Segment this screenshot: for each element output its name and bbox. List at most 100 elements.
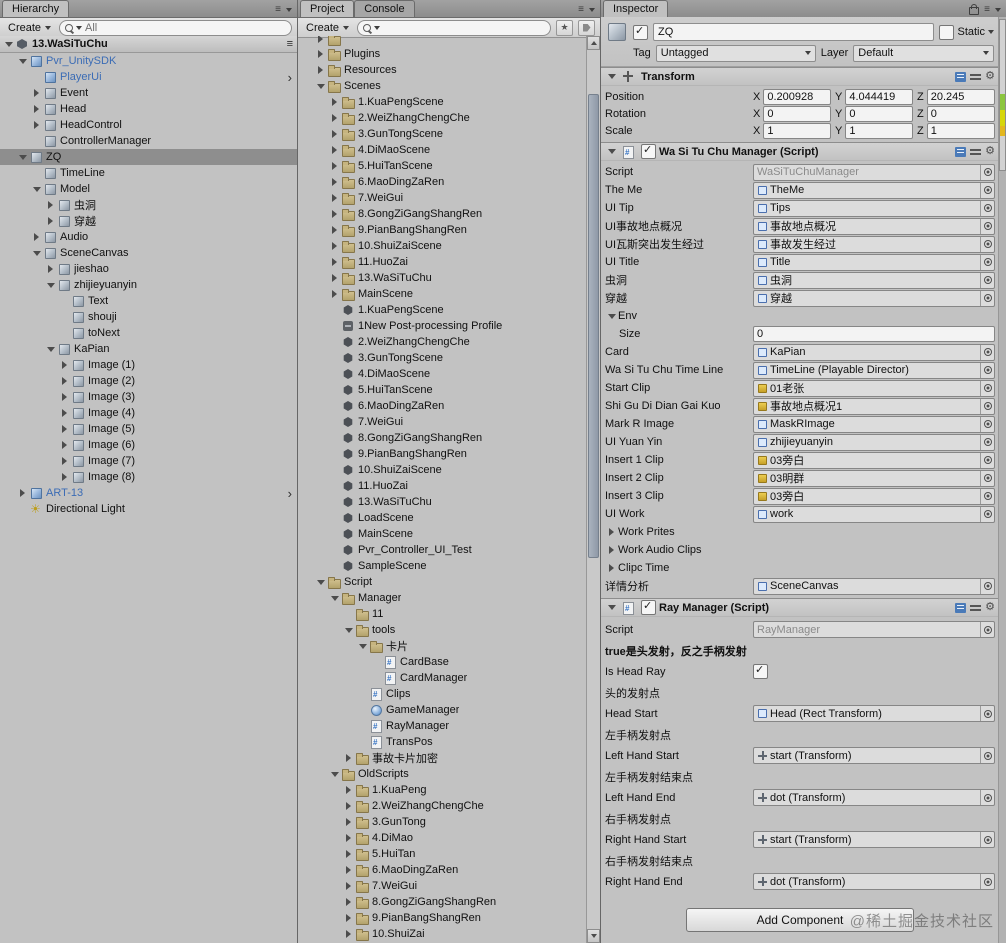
project-row[interactable]: 卡片 <box>298 638 587 654</box>
project-row[interactable]: 13.WaSiTuChu <box>298 494 587 510</box>
foldout-closed-icon[interactable] <box>58 470 71 484</box>
object-field[interactable]: SceneCanvas <box>753 577 995 595</box>
foldout-closed-icon[interactable] <box>342 751 355 765</box>
foldout-closed-icon[interactable] <box>328 111 341 125</box>
number-field[interactable]: 1 <box>763 122 831 139</box>
hierarchy-row[interactable]: Text <box>0 293 297 309</box>
foldout-open-icon[interactable] <box>2 37 15 51</box>
search-by-type-button[interactable]: ★ <box>556 19 573 36</box>
number-field[interactable]: 20.245 <box>926 88 995 105</box>
object-picker-icon[interactable] <box>980 506 994 522</box>
object-picker-icon[interactable] <box>980 254 994 270</box>
object-field[interactable]: 03明群 <box>753 469 995 487</box>
tab-project[interactable]: Project <box>300 0 355 17</box>
foldout-open-icon[interactable] <box>328 591 341 605</box>
foldout-closed-icon[interactable] <box>328 159 341 173</box>
project-row[interactable]: 8.GongZiGangShangRen <box>298 206 587 222</box>
project-row[interactable]: 6.MaoDingZaRen <box>298 862 587 878</box>
foldout-closed-icon[interactable] <box>58 358 71 372</box>
project-row[interactable]: 1New Post-processing Profile <box>298 318 587 334</box>
object-field[interactable]: KaPian <box>753 343 995 361</box>
project-row[interactable]: 10.ShuiZai <box>298 926 587 942</box>
project-row[interactable]: 1.KuaPengScene <box>298 94 587 110</box>
project-search-input[interactable] <box>357 19 551 36</box>
project-row[interactable]: Clips <box>298 686 587 702</box>
hierarchy-row[interactable]: HeadControl <box>0 117 297 133</box>
foldout-closed-icon[interactable] <box>342 863 355 877</box>
foldout-closed-icon[interactable] <box>30 102 43 116</box>
project-row[interactable]: Manager <box>298 590 587 606</box>
hierarchy-row[interactable]: Event <box>0 85 297 101</box>
foldout-open-icon[interactable] <box>16 54 29 68</box>
object-picker-icon[interactable] <box>980 790 994 805</box>
object-field[interactable]: 事故地点概况 <box>753 217 995 235</box>
project-row[interactable]: 4.DiMao <box>298 830 587 846</box>
project-row[interactable]: 8.GongZiGangShangRen <box>298 894 587 910</box>
hierarchy-row[interactable]: zhijieyuanyin <box>0 277 297 293</box>
object-field[interactable]: WaSiTuChuManager <box>753 163 995 181</box>
project-row[interactable]: SampleScene <box>298 558 587 574</box>
object-field[interactable]: start (Transform) <box>753 831 995 848</box>
object-picker-icon[interactable] <box>980 380 994 396</box>
number-field[interactable]: 4.044419 <box>845 88 913 105</box>
object-field[interactable]: TheMe <box>753 181 995 199</box>
object-field[interactable]: 事故发生经过 <box>753 235 995 253</box>
object-field[interactable]: dot (Transform) <box>753 789 995 806</box>
object-picker-icon[interactable] <box>980 832 994 847</box>
project-row[interactable]: MainScene <box>298 526 587 542</box>
project-row[interactable]: 11.HuoZai <box>298 254 587 270</box>
object-picker-icon[interactable] <box>980 200 994 216</box>
object-field[interactable]: 穿越 <box>753 289 995 307</box>
foldout-closed-icon[interactable] <box>328 271 341 285</box>
object-picker-icon[interactable] <box>980 272 994 288</box>
object-field[interactable]: Head (Rect Transform) <box>753 705 995 722</box>
object-picker-icon[interactable] <box>980 344 994 360</box>
project-row[interactable]: 2.WeiZhangChengChe <box>298 110 587 126</box>
number-field[interactable]: 1 <box>926 122 995 139</box>
foldout-open-icon[interactable] <box>342 623 355 637</box>
foldout-open-icon[interactable] <box>605 145 618 159</box>
hierarchy-row[interactable]: PlayerUi › <box>0 69 297 85</box>
static-checkbox[interactable] <box>939 24 955 40</box>
hierarchy-row[interactable]: Audio <box>0 229 297 245</box>
hierarchy-row[interactable]: Directional Light <box>0 501 297 517</box>
foldout-closed-icon[interactable] <box>58 390 71 404</box>
object-picker-icon[interactable] <box>980 182 994 198</box>
scroll-down-button[interactable] <box>587 929 600 943</box>
object-picker-icon[interactable] <box>980 236 994 252</box>
project-row[interactable]: 5.HuiTan <box>298 846 587 862</box>
project-row[interactable]: 事故卡片加密 <box>298 750 587 766</box>
project-row[interactable]: 2.WeiZhangChengChe <box>298 334 587 350</box>
project-row[interactable]: 9.PianBangShangRen <box>298 222 587 238</box>
project-row[interactable]: 7.WeiGui <box>298 190 587 206</box>
object-picker-icon[interactable] <box>980 398 994 414</box>
project-scrollbar-thumb[interactable] <box>588 94 599 558</box>
foldout-open-icon[interactable] <box>314 575 327 589</box>
foldout-closed-icon[interactable] <box>342 783 355 797</box>
add-component-button[interactable]: Add Component <box>686 908 914 932</box>
project-row[interactable]: RayManager <box>298 718 587 734</box>
help-icon[interactable] <box>955 602 967 613</box>
object-field[interactable]: 01老张 <box>753 379 995 397</box>
foldout-open-icon[interactable] <box>356 639 369 653</box>
project-row[interactable]: GameManager <box>298 702 587 718</box>
presets-icon[interactable] <box>970 603 982 613</box>
scroll-up-button[interactable] <box>587 36 600 50</box>
panel-menu-icon[interactable]: ≡ <box>275 5 281 15</box>
search-filter-dropdown-icon[interactable] <box>374 25 381 30</box>
project-row[interactable]: 3.GunTong <box>298 814 587 830</box>
foldout-closed-icon[interactable] <box>44 214 57 228</box>
project-row[interactable]: Scenes <box>298 78 587 94</box>
hierarchy-search-input[interactable]: All <box>59 19 292 36</box>
project-row[interactable]: 11.HuoZai <box>298 478 587 494</box>
project-row[interactable]: 9.PianBangShangRen <box>298 910 587 926</box>
object-picker-icon[interactable] <box>980 470 994 486</box>
object-picker-icon[interactable] <box>980 164 994 180</box>
object-field[interactable]: TimeLine (Playable Director) <box>753 361 995 379</box>
hierarchy-row[interactable]: Head <box>0 101 297 117</box>
foldout-open-icon[interactable] <box>30 182 43 196</box>
project-row[interactable]: 10.ShuiZaiScene <box>298 238 587 254</box>
foldout-row[interactable]: Env <box>605 307 995 325</box>
gear-icon[interactable]: ⚙ <box>985 602 995 613</box>
inspector-scrollbar[interactable] <box>998 17 1006 943</box>
